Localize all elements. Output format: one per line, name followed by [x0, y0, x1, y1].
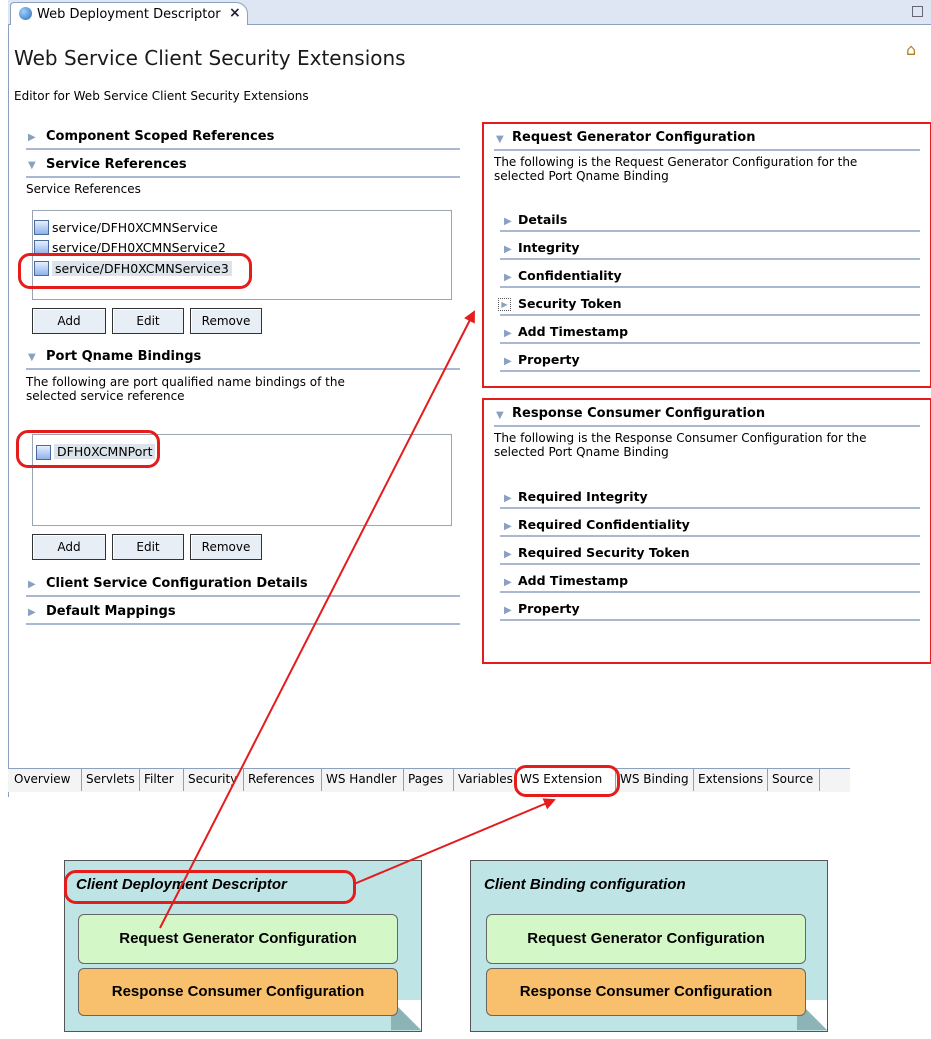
- annotation-arrows: [159, 310, 556, 929]
- arrow-to-request-generator: [159, 310, 475, 929]
- arrow-to-ws-extension-tab: [353, 798, 556, 885]
